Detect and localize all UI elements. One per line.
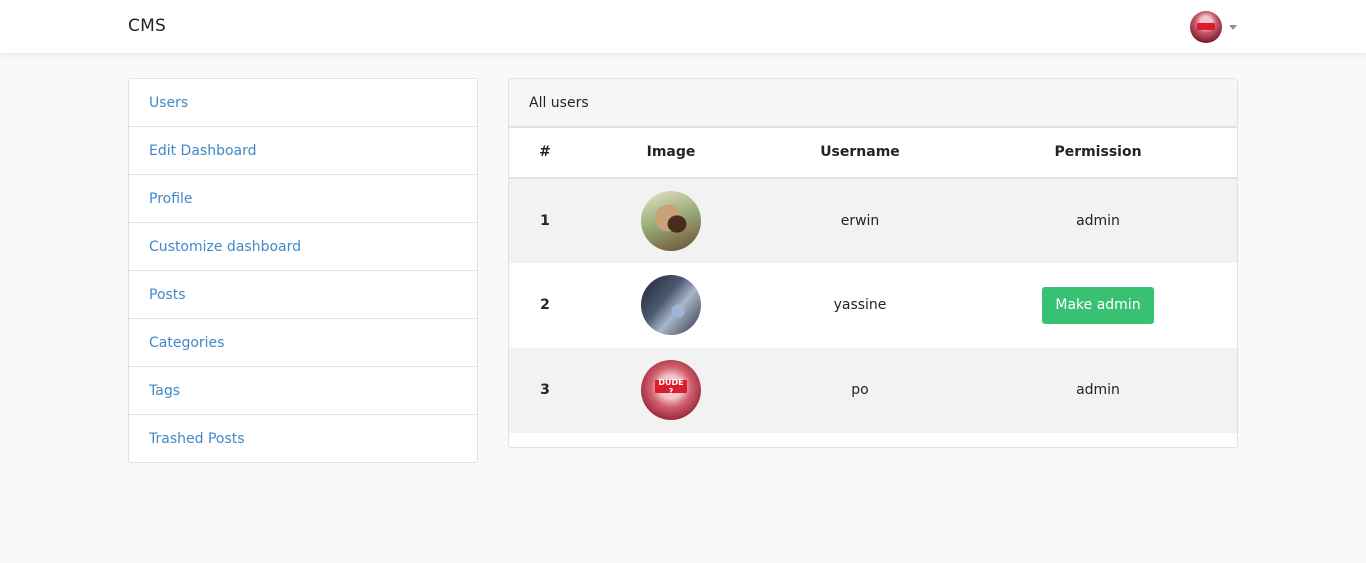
caret-down-icon[interactable]	[1229, 24, 1237, 30]
row-image-cell: DUDE ?	[581, 348, 761, 433]
row-index: 1	[540, 212, 550, 229]
row-index: 2	[540, 297, 550, 313]
avatar-image-text: DUDE ?	[655, 378, 687, 396]
sidebar-item-users[interactable]: Users	[129, 79, 477, 127]
sidebar-item-profile[interactable]: Profile	[129, 175, 477, 223]
row-permission: admin	[1076, 212, 1120, 229]
row-permission-cell: Make admin	[959, 263, 1237, 348]
sidebar-menu: Users Edit Dashboard Profile Customize d…	[128, 78, 478, 463]
column-header-image: Image	[581, 127, 761, 179]
users-table: # Image Username Permission 1 erwin admi…	[509, 127, 1237, 433]
row-index: 3	[540, 382, 550, 398]
row-image-cell	[581, 263, 761, 348]
users-card: All users # Image Username Permission 1 …	[508, 78, 1238, 448]
top-navbar: CMS	[0, 0, 1366, 54]
row-image-cell	[581, 178, 761, 263]
column-header-permission: Permission	[959, 127, 1237, 179]
sidebar-item-posts[interactable]: Posts	[129, 271, 477, 319]
user-avatar-image	[641, 190, 701, 251]
sidebar-item-trashed-posts[interactable]: Trashed Posts	[129, 415, 477, 463]
sidebar-item-customize-dashboard[interactable]: Customize dashboard	[129, 223, 477, 271]
sidebar-item-edit-dashboard[interactable]: Edit Dashboard	[129, 127, 477, 175]
table-header-row: # Image Username Permission	[509, 127, 1237, 179]
table-row: 1 erwin admin	[509, 177, 1237, 263]
row-username: po	[851, 382, 869, 398]
row-username: yassine	[833, 297, 887, 313]
user-avatar-image	[641, 275, 701, 335]
avatar-tag-decoration	[1197, 23, 1215, 30]
make-admin-button[interactable]: Make admin	[1042, 286, 1154, 324]
column-header-username: Username	[761, 127, 959, 179]
row-username: erwin	[840, 212, 880, 229]
row-permission: admin	[1076, 382, 1120, 398]
card-title: All users	[509, 79, 1237, 127]
sidebar-item-categories[interactable]: Categories	[129, 319, 477, 367]
table-row: 3 DUDE ? po admin	[509, 347, 1237, 433]
sidebar-item-tags[interactable]: Tags	[129, 367, 477, 415]
column-header-index: #	[509, 127, 581, 179]
table-row: 2 yassine Make admin	[509, 262, 1237, 348]
user-menu-toggle[interactable]	[1190, 11, 1242, 43]
brand-logo[interactable]: CMS	[128, 16, 166, 36]
user-avatar[interactable]	[1190, 11, 1222, 43]
user-avatar-image: DUDE ?	[641, 360, 701, 420]
